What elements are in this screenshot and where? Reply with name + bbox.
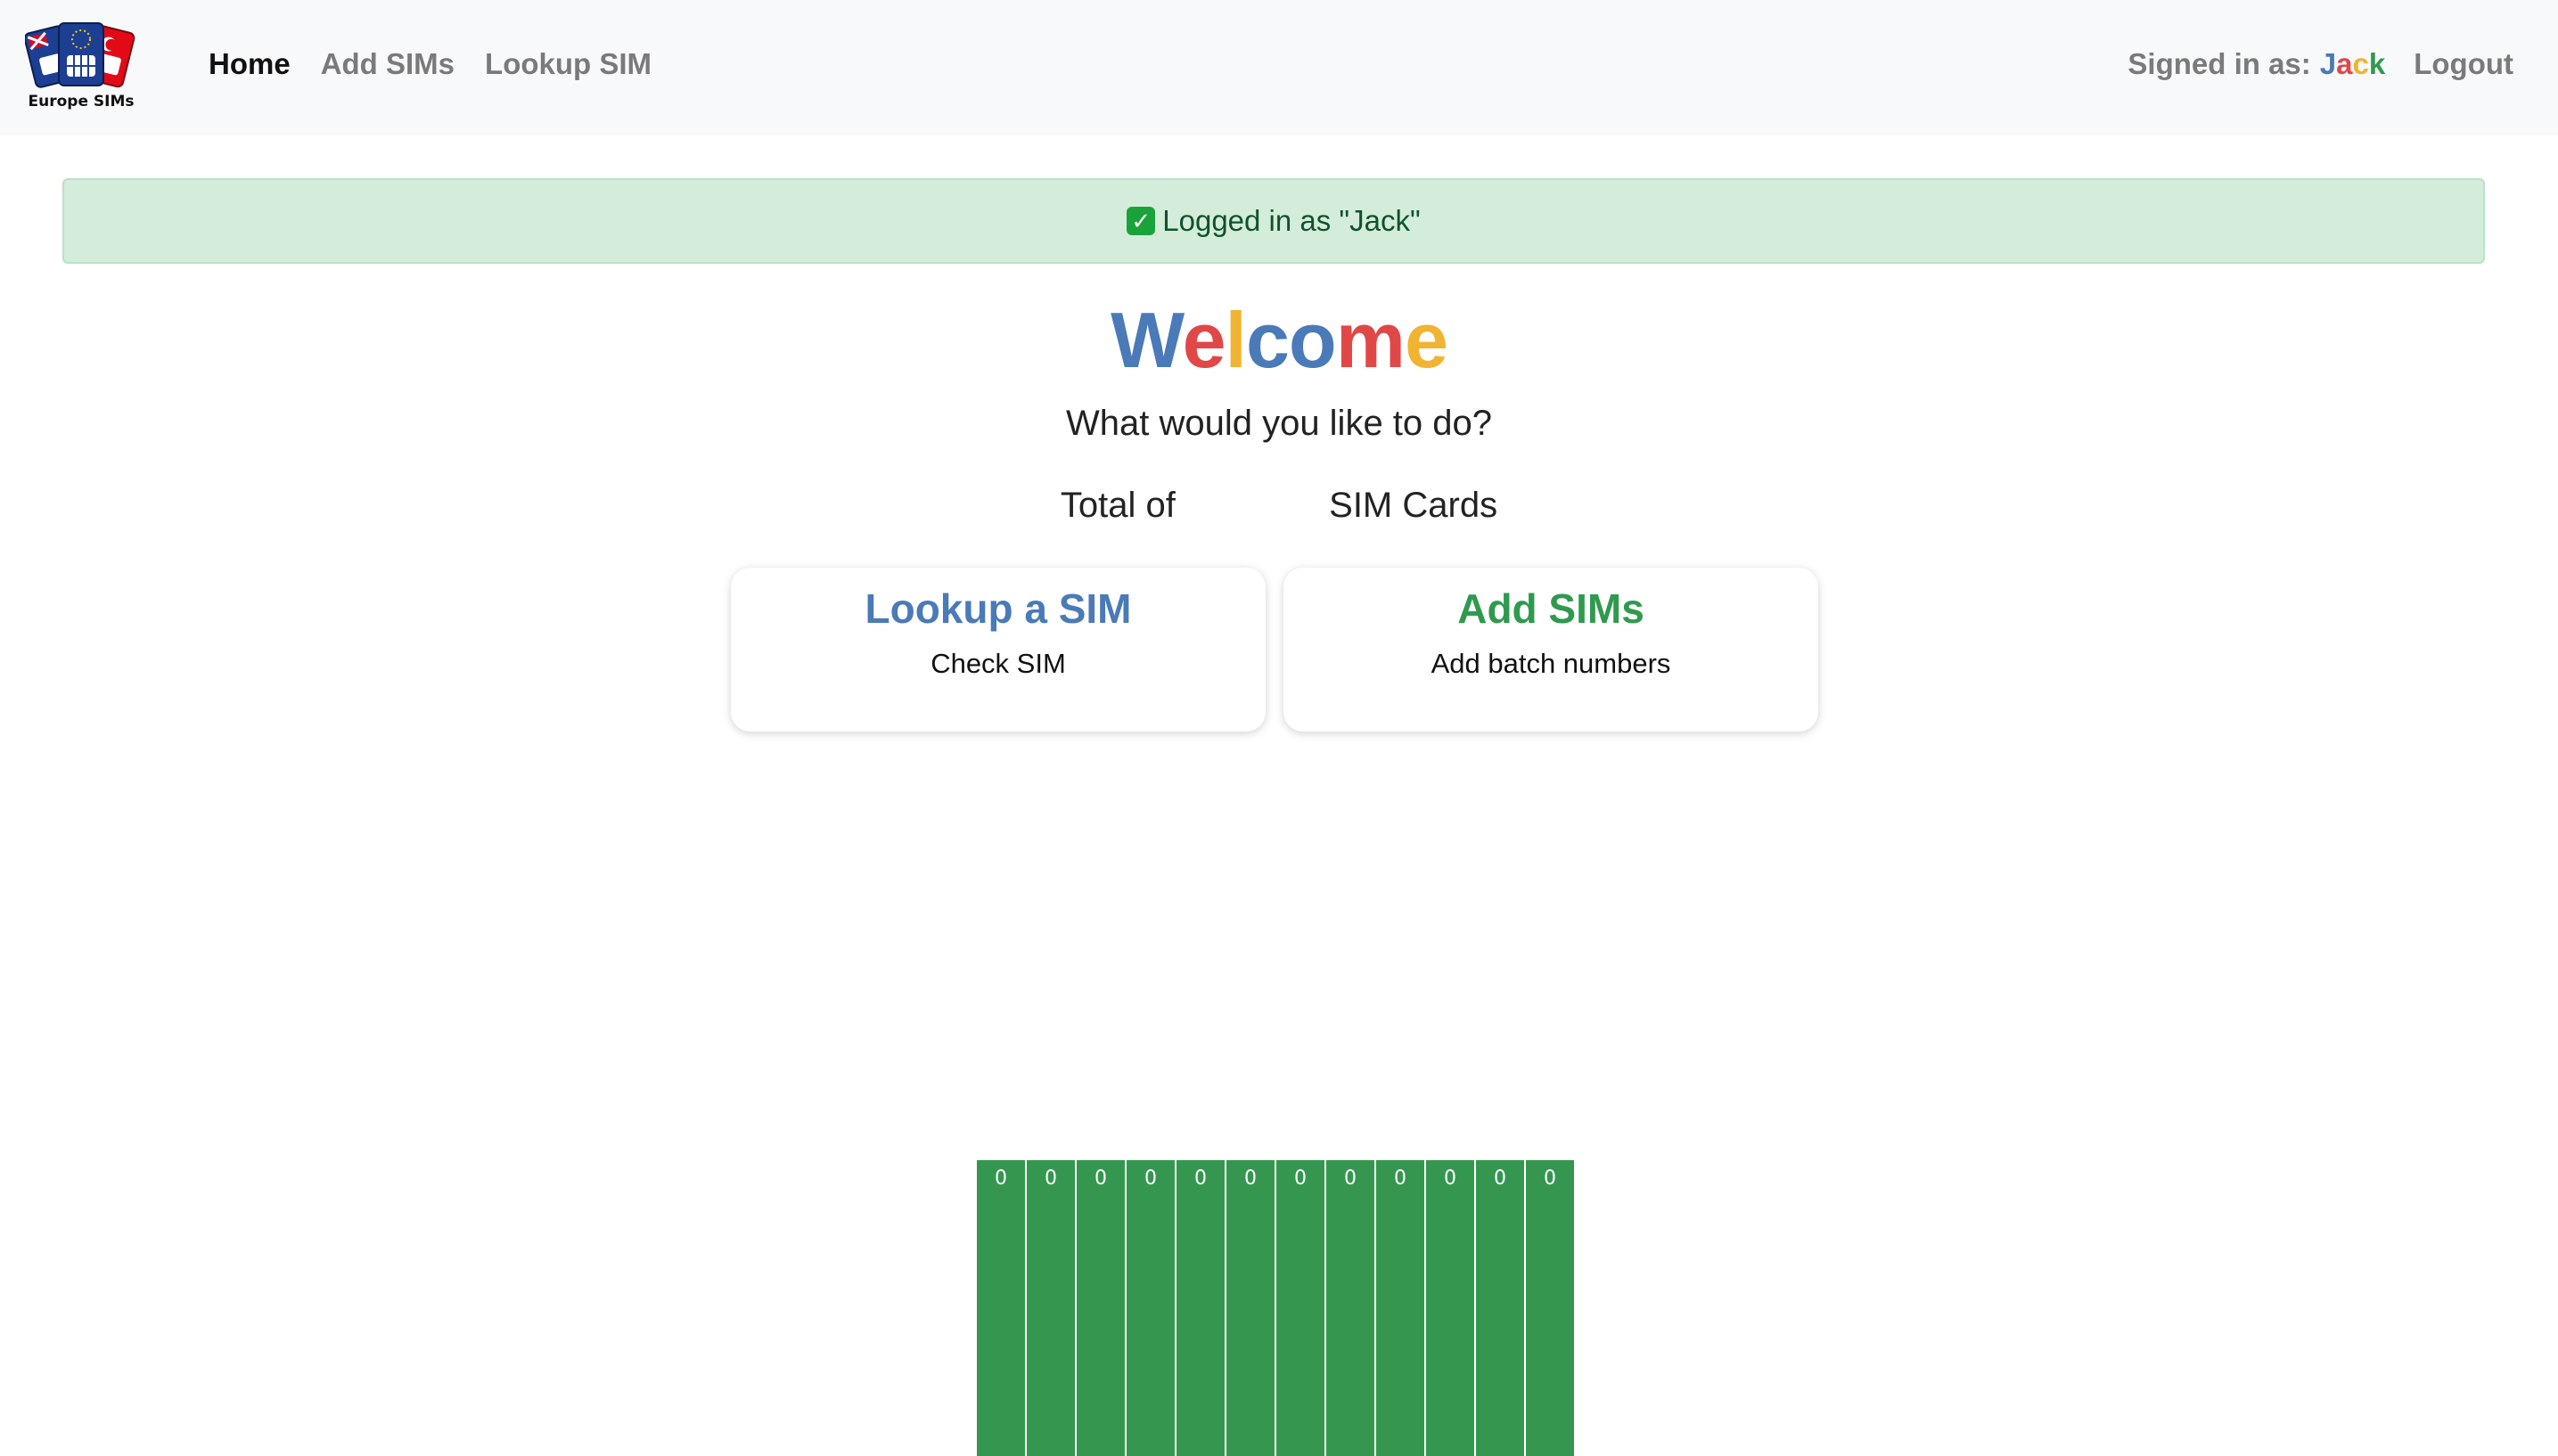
user-name-letter: k	[2368, 47, 2386, 80]
chart-bar: 0	[1276, 1160, 1324, 1456]
chart-bar-value-label: 0	[1294, 1167, 1307, 1190]
welcome-letter: m	[1335, 296, 1406, 384]
chart-bar: 0	[1526, 1160, 1574, 1456]
nav-add-sims-link[interactable]: Add SIMs	[321, 45, 455, 84]
chart-bar-value-label: 0	[1045, 1167, 1057, 1190]
chart-bar-value-label: 0	[1244, 1167, 1257, 1190]
total-suffix: SIM Cards	[1329, 486, 1498, 525]
welcome-letter: c	[1245, 296, 1290, 384]
welcome-letter: o	[1288, 296, 1337, 384]
chart-bar-value-label: 0	[1494, 1167, 1506, 1190]
total-prefix: Total of	[1060, 486, 1176, 525]
chart-bar: 0	[1326, 1160, 1374, 1456]
chart-bar: 0	[1476, 1160, 1524, 1456]
chart-bar: 0	[1077, 1160, 1125, 1456]
chart-bar: 0	[1177, 1160, 1225, 1456]
check-mark-icon: ✓	[1127, 207, 1156, 235]
user-area: Signed in as: Jack Logout	[2128, 45, 2513, 84]
chart-bar-value-label: 0	[1544, 1167, 1556, 1190]
welcome-subtitle: What would you like to do?	[1065, 404, 1493, 443]
add-sims-card-description: Add batch numbers	[1431, 648, 1671, 679]
lookup-sim-card[interactable]: Lookup a SIM Check SIM	[731, 568, 1266, 732]
lookup-sim-card-description: Check SIM	[931, 648, 1066, 679]
chart-bar: 0	[1226, 1160, 1275, 1456]
chart-bar-value-label: 0	[1394, 1167, 1406, 1190]
navbar: Europe SIMs Home Add SIMs Lookup SIM Sig…	[0, 0, 2558, 135]
chart-bar-value-label: 0	[995, 1167, 1007, 1190]
chart-bar: 0	[977, 1160, 1025, 1456]
chart-bar: 0	[1127, 1160, 1175, 1456]
chart-bar-value-label: 0	[1344, 1167, 1357, 1190]
chart-bar: 0	[1426, 1160, 1474, 1456]
chart-bar-value-label: 0	[1194, 1167, 1207, 1190]
welcome-letter: l	[1225, 296, 1247, 384]
user-name-letter: J	[2319, 47, 2337, 80]
welcome-letter: W	[1111, 296, 1183, 384]
user-name-letter: c	[2352, 47, 2369, 80]
nav-links: Home Add SIMs Lookup SIM	[209, 45, 682, 84]
welcome-heading: Welcome	[0, 294, 2558, 387]
logout-link[interactable]: Logout	[2414, 45, 2513, 84]
chart-bar-value-label: 0	[1095, 1167, 1107, 1190]
add-sims-card[interactable]: Add SIMs Add batch numbers	[1283, 568, 1818, 732]
login-success-alert: ✓ Logged in as "Jack"	[62, 178, 2485, 264]
total-sim-cards: Total of SIM Cards	[0, 481, 2558, 529]
alert-text: Logged in as "Jack"	[1162, 204, 1421, 237]
brand-logo[interactable]: Europe SIMs	[25, 20, 137, 116]
add-sims-card-title: Add SIMs	[1457, 585, 1644, 632]
nav-home-link[interactable]: Home	[209, 45, 291, 84]
sim-cards-logo-icon	[25, 22, 135, 88]
chart-bar: 0	[1376, 1160, 1424, 1456]
welcome-letter: e	[1182, 296, 1226, 384]
signed-in-label: Signed in as:	[2128, 47, 2311, 80]
sim-count-bar-chart: 0 0 0 0 0 0 0 0 0 0 0 0	[977, 1160, 1576, 1456]
chart-bar-value-label: 0	[1444, 1167, 1456, 1190]
brand-name: Europe SIMs	[28, 93, 135, 110]
signed-in-user-name: Jack	[2320, 45, 2385, 84]
welcome-letter: e	[1404, 296, 1448, 384]
lookup-sim-card-title: Lookup a SIM	[865, 585, 1132, 632]
user-name-letter: a	[2336, 47, 2353, 80]
chart-bar: 0	[1027, 1160, 1075, 1456]
nav-lookup-sim-link[interactable]: Lookup SIM	[485, 45, 652, 84]
chart-bar-value-label: 0	[1144, 1167, 1157, 1190]
